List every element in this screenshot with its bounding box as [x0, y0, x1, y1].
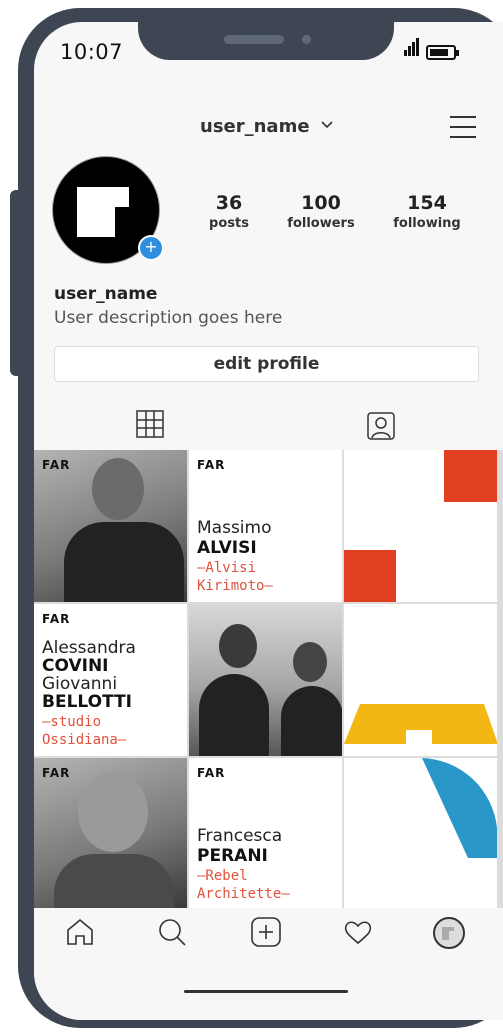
stat-followers-value: 100: [301, 192, 341, 214]
phone-screen: 10:07 user_name + 36 posts 100 followers…: [34, 22, 503, 1020]
far-logo: FAR: [42, 766, 71, 780]
battery-icon: [426, 45, 459, 60]
hamburger-menu-icon[interactable]: [450, 116, 476, 138]
post-tile[interactable]: FAR Francesca PERANI —Rebel Architette—: [189, 758, 342, 908]
far-logo: FAR: [42, 458, 71, 472]
heart-icon[interactable]: [342, 916, 374, 948]
stat-following-label: following: [393, 216, 461, 231]
yellow-shape: [344, 704, 497, 744]
stat-posts-label: posts: [209, 216, 249, 231]
signal-icon: [404, 38, 420, 60]
far-logo: FAR: [197, 766, 226, 780]
post-studio-line2: Kirimoto—: [197, 578, 273, 594]
edit-profile-button[interactable]: edit profile: [54, 346, 479, 382]
post-tile[interactable]: [344, 604, 497, 756]
post-tile[interactable]: [189, 604, 342, 756]
post-studio-line2: Ossidiana—: [42, 732, 127, 748]
red-block: [344, 550, 396, 602]
blue-shape: [422, 758, 497, 858]
stat-followers[interactable]: 100 followers: [276, 192, 366, 231]
post-name-last: ALVISI: [197, 538, 257, 558]
portrait: [92, 458, 144, 520]
add-story-icon[interactable]: +: [138, 235, 164, 261]
portrait-body: [64, 522, 184, 602]
camera: [302, 35, 311, 44]
far-logo: FAR: [42, 612, 71, 626]
post-name-first: Alessandra: [42, 638, 136, 658]
home-icon[interactable]: [64, 916, 96, 948]
status-time: 10:07: [60, 40, 124, 64]
post-studio-line2: Architette—: [197, 886, 290, 902]
chevron-down-icon[interactable]: [320, 118, 334, 134]
status-icons: [404, 38, 459, 60]
speaker: [224, 35, 284, 44]
far-logo: FAR: [197, 458, 226, 472]
notch: [138, 22, 394, 60]
profile-avatar-icon[interactable]: [432, 916, 465, 949]
portrait-body: [199, 674, 269, 756]
portrait: [219, 624, 257, 668]
post-name-last: COVINI: [42, 656, 109, 676]
post-name-first: Francesca: [197, 826, 283, 846]
post-tile[interactable]: FAR: [34, 450, 187, 602]
post-name-last: PERANI: [197, 846, 268, 866]
portrait: [78, 772, 148, 852]
portrait-body: [54, 854, 174, 908]
stat-following-value: 154: [407, 192, 447, 214]
post-tile[interactable]: FAR: [34, 758, 187, 908]
stat-followers-label: followers: [287, 216, 355, 231]
post-name-first: Giovanni: [42, 674, 118, 694]
post-studio-line1: —Rebel: [197, 868, 248, 884]
post-name-last: BELLOTTI: [42, 692, 132, 712]
profile-username: user_name: [54, 284, 158, 304]
bottom-nav: [34, 908, 503, 1020]
post-tile[interactable]: [344, 450, 497, 602]
post-studio-line1: —Alvisi: [197, 560, 257, 576]
profile-description: User description goes here: [54, 308, 283, 328]
portrait-body: [281, 686, 342, 756]
profile-header: user_name: [34, 114, 503, 144]
stat-posts-value: 36: [215, 192, 243, 214]
stat-following[interactable]: 154 following: [382, 192, 472, 231]
post-tile[interactable]: FAR Alessandra COVINI Giovanni BELLOTTI …: [34, 604, 187, 756]
header-username[interactable]: user_name: [200, 116, 310, 137]
post-tile[interactable]: FAR Massimo ALVISI —Alvisi Kirimoto—: [189, 450, 342, 602]
grid-icon[interactable]: [136, 410, 164, 442]
post-studio-line1: —studio: [42, 714, 102, 730]
add-post-icon[interactable]: [250, 916, 282, 948]
stat-posts[interactable]: 36 posts: [184, 192, 274, 231]
post-name-first: Massimo: [197, 518, 272, 538]
search-icon[interactable]: [156, 916, 188, 948]
portrait: [293, 642, 327, 682]
post-tile[interactable]: [344, 758, 497, 908]
red-block: [444, 450, 497, 502]
tagged-person-icon[interactable]: [367, 412, 395, 444]
posts-grid: FAR FAR Massimo ALVISI —Alvisi Kirimoto—…: [34, 450, 503, 908]
home-indicator[interactable]: [184, 990, 348, 993]
